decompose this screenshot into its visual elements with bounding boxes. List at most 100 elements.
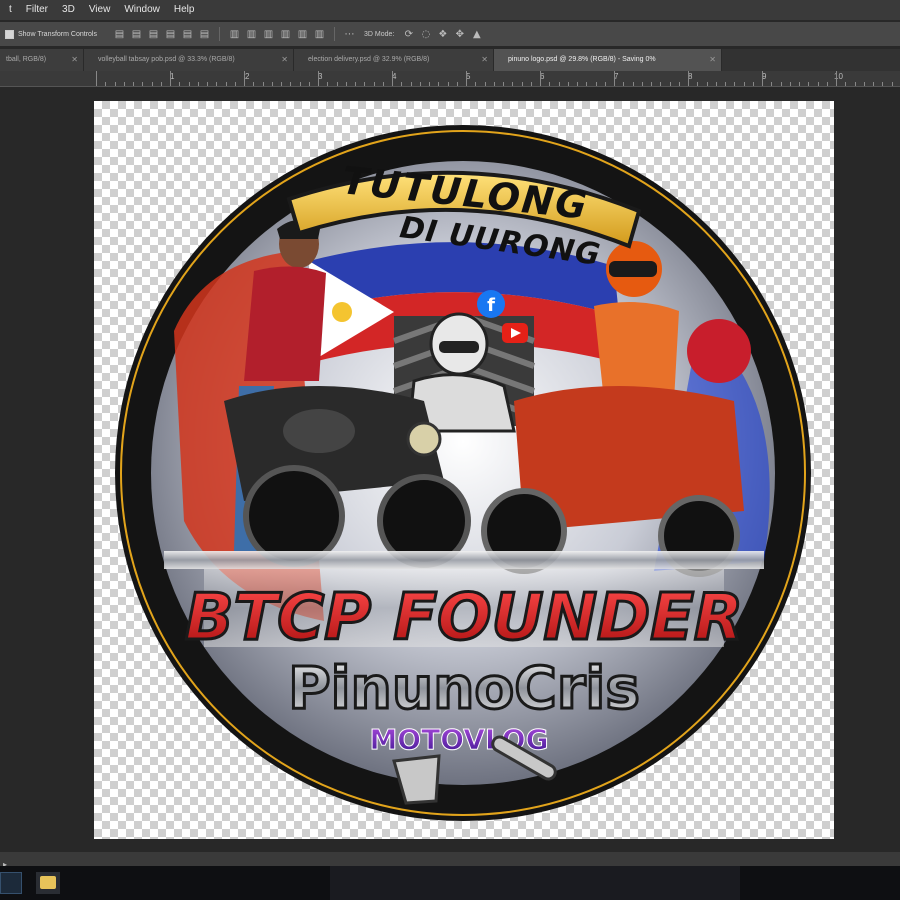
tab-pinuno-logo[interactable]: pinuno logo.psd @ 29.8% (RGB/8) - Saving… — [494, 49, 722, 71]
align-top-icon[interactable]: ▤ — [111, 29, 128, 40]
ruler-tick — [512, 82, 513, 86]
facebook-glyph: f — [487, 295, 495, 316]
distribute-top-icon[interactable]: ▥ — [226, 29, 243, 40]
close-icon[interactable]: ✕ — [709, 49, 716, 71]
ruler-tick — [531, 82, 532, 86]
ruler-tick — [96, 71, 97, 86]
ruler-tick — [346, 82, 347, 86]
more-options-icon[interactable]: ⋯ — [341, 29, 358, 40]
ruler-tick — [438, 82, 439, 86]
tab-election[interactable]: election delivery.psd @ 32.9% (RGB/8) ✕ — [294, 49, 494, 71]
tab-label: tball, RGB/8) — [6, 56, 47, 63]
ruler-tick — [448, 82, 449, 86]
ruler-tick — [503, 82, 504, 86]
align-bottom-icon[interactable]: ▤ — [145, 29, 162, 40]
tab-football[interactable]: tball, RGB/8) ✕ — [0, 49, 84, 71]
ruler-tick — [115, 82, 116, 86]
ruler-tick — [864, 82, 865, 86]
ruler-tick — [808, 82, 809, 86]
ruler-tick — [420, 82, 421, 86]
options-bar: Show Transform Controls ▤ ▤ ▤ ▤ ▤ ▤ ▥ ▥ … — [0, 22, 900, 46]
ruler-tick — [697, 82, 698, 86]
workspace[interactable]: f TUTULONG DI UURONG BTCP FOUNDER Pinuno… — [0, 88, 900, 840]
distribute-right-icon[interactable]: ▥ — [311, 29, 328, 40]
ruler-tick — [790, 82, 791, 86]
ruler-tick — [170, 71, 171, 86]
distribute-hcenter-icon[interactable]: ▥ — [294, 29, 311, 40]
logo-artwork: f TUTULONG DI UURONG BTCP FOUNDER Pinuno… — [115, 125, 811, 821]
ruler-tick — [133, 82, 134, 86]
ruler-tick — [244, 71, 245, 86]
slide-3d-icon[interactable]: ✥ — [451, 29, 468, 40]
ruler-tick — [734, 82, 735, 86]
tab-volleyball[interactable]: volleyball tabsay pob.psd @ 33.3% (RGB/8… — [84, 49, 294, 71]
photoshop-window: t Filter 3D View Window Help Show Transf… — [0, 0, 900, 900]
menu-item-edit[interactable]: t — [2, 0, 19, 20]
distribute-vcenter-icon[interactable]: ▥ — [243, 29, 260, 40]
ruler-tick — [142, 82, 143, 86]
ruler-tick — [235, 82, 236, 86]
ruler-tick — [263, 82, 264, 86]
close-icon[interactable]: ✕ — [281, 49, 288, 71]
menu-item-view[interactable]: View — [82, 0, 118, 20]
ruler-tick — [781, 82, 782, 86]
ruler-tick — [364, 82, 365, 86]
align-vcenter-icon[interactable]: ▤ — [128, 29, 145, 40]
align-left-icon[interactable]: ▤ — [162, 29, 179, 40]
ruler-tick — [762, 71, 763, 86]
taskbar-app-icon[interactable] — [0, 872, 22, 894]
ruler-tick — [827, 82, 828, 86]
ruler-tick — [799, 82, 800, 86]
ruler-tick — [309, 82, 310, 86]
roll-3d-icon[interactable]: ◌ — [417, 29, 434, 40]
horizontal-ruler[interactable]: 1 2 3 4 5 6 7 8 9 10 — [0, 71, 900, 87]
ruler-tick — [818, 82, 819, 86]
menu-item-help[interactable]: Help — [167, 0, 202, 20]
ruler-tick — [383, 82, 384, 86]
divider — [333, 27, 335, 41]
ruler-tick — [873, 82, 874, 86]
close-icon[interactable]: ✕ — [71, 49, 78, 71]
ruler-tick — [475, 82, 476, 86]
3d-mode-label: 3D Mode: — [363, 30, 395, 38]
ruler-tick — [355, 82, 356, 86]
document-canvas[interactable]: f TUTULONG DI UURONG BTCP FOUNDER Pinuno… — [94, 101, 834, 839]
ruler-tick — [281, 82, 282, 86]
close-icon[interactable]: ✕ — [481, 49, 488, 71]
menu-bar: t Filter 3D View Window Help — [0, 0, 900, 20]
ruler-tick — [105, 82, 106, 86]
ruler-tick — [226, 82, 227, 86]
ruler-tick — [836, 71, 837, 86]
ruler-tick — [633, 82, 634, 86]
ruler-tick — [522, 82, 523, 86]
scale-3d-icon[interactable]: ▲ — [468, 29, 485, 40]
ruler-tick — [290, 82, 291, 86]
align-right-icon[interactable]: ▤ — [196, 29, 213, 40]
ruler-tick — [401, 82, 402, 86]
taskbar-file-explorer[interactable] — [36, 872, 60, 894]
ruler-tick — [124, 82, 125, 86]
ruler-tick — [679, 82, 680, 86]
ruler-tick — [605, 82, 606, 86]
drag-3d-icon[interactable]: ❖ — [434, 29, 451, 40]
align-hcenter-icon[interactable]: ▤ — [179, 29, 196, 40]
ruler-tick — [327, 82, 328, 86]
ruler-tick — [623, 82, 624, 86]
ruler-tick — [642, 82, 643, 86]
show-transform-checkbox[interactable] — [5, 29, 14, 39]
ruler-tick — [189, 82, 190, 86]
distribute-bottom-icon[interactable]: ▥ — [260, 29, 277, 40]
orbit-3d-icon[interactable]: ⟳ — [400, 29, 417, 40]
menu-item-filter[interactable]: Filter — [19, 0, 55, 20]
windows-taskbar — [0, 866, 900, 900]
menu-item-3d[interactable]: 3D — [55, 0, 82, 20]
distribute-left-icon[interactable]: ▥ — [277, 29, 294, 40]
ruler-tick — [549, 82, 550, 86]
right-rider-jacket — [594, 302, 679, 401]
btcp-founder-title: BTCP FOUNDER — [185, 581, 743, 655]
document-tab-bar: tball, RGB/8) ✕ volleyball tabsay pob.ps… — [0, 49, 900, 71]
right-rider-visor — [609, 261, 657, 277]
menu-item-window[interactable]: Window — [117, 0, 167, 20]
ruler-tick — [466, 71, 467, 86]
ruler-tick — [568, 82, 569, 86]
